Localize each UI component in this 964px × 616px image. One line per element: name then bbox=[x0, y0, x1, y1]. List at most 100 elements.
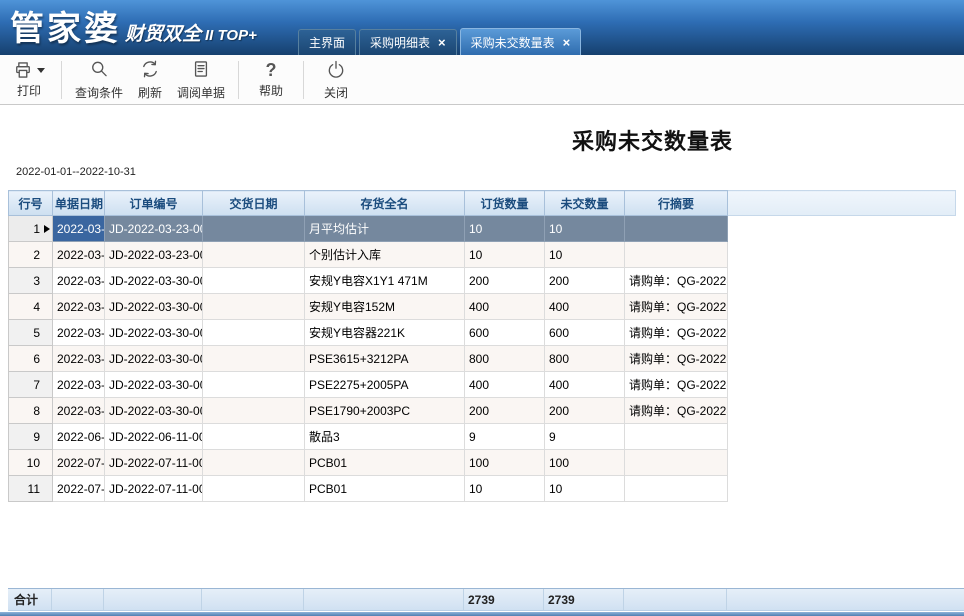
tab-close-icon[interactable]: × bbox=[438, 36, 446, 49]
cell-undelivered-qty[interactable]: 10 bbox=[545, 476, 625, 502]
cell-undelivered-qty[interactable]: 200 bbox=[545, 268, 625, 294]
cell-order-no[interactable]: JD-2022-03-30-000 bbox=[105, 398, 203, 424]
cell-doc-date[interactable]: 2022-03- bbox=[53, 398, 105, 424]
cell-order-no[interactable]: JD-2022-07-11-000 bbox=[105, 450, 203, 476]
cell-order-no[interactable]: JD-2022-07-11-000 bbox=[105, 476, 203, 502]
cell-remark[interactable] bbox=[625, 216, 728, 242]
cell-doc-date[interactable]: 2022-03- bbox=[53, 268, 105, 294]
table-row[interactable]: 72022-03-JD-2022-03-30-000PSE2275+2005PA… bbox=[9, 372, 956, 398]
cell-undelivered-qty[interactable]: 400 bbox=[545, 294, 625, 320]
cell-order-qty[interactable]: 100 bbox=[465, 450, 545, 476]
cell-order-qty[interactable]: 400 bbox=[465, 372, 545, 398]
cell-undelivered-qty[interactable]: 9 bbox=[545, 424, 625, 450]
help-button[interactable]: ? 帮助 bbox=[248, 57, 294, 103]
col-header-delivery-date[interactable]: 交货日期 bbox=[203, 191, 305, 216]
cell-row-no[interactable]: 10 bbox=[9, 450, 53, 476]
table-row[interactable]: 42022-03-JD-2022-03-30-000安规Y电容152M40040… bbox=[9, 294, 956, 320]
cell-doc-date[interactable]: 2022-06- bbox=[53, 424, 105, 450]
table-row[interactable]: 12022-03-JD-2022-03-23-000月平均估计1010 bbox=[9, 216, 956, 242]
col-header-order-no[interactable]: 订单编号 bbox=[105, 191, 203, 216]
cell-delivery-date[interactable] bbox=[203, 398, 305, 424]
table-row[interactable]: 82022-03-JD-2022-03-30-000 PSE1790+2003PC… bbox=[9, 398, 956, 424]
cell-row-no[interactable]: 1 bbox=[9, 216, 53, 242]
cell-remark[interactable]: 请购单：QG-2022-0 bbox=[625, 268, 728, 294]
table-row[interactable]: 22022-03-JD-2022-03-23-000个别估计入库1010 bbox=[9, 242, 956, 268]
col-header-row-no[interactable]: 行号 bbox=[9, 191, 53, 216]
cell-undelivered-qty[interactable]: 100 bbox=[545, 450, 625, 476]
cell-delivery-date[interactable] bbox=[203, 294, 305, 320]
cell-row-no[interactable]: 4 bbox=[9, 294, 53, 320]
col-header-order-qty[interactable]: 订货数量 bbox=[465, 191, 545, 216]
table-row[interactable]: 52022-03-JD-2022-03-30-000安规Y电容器221K6006… bbox=[9, 320, 956, 346]
cell-item-name[interactable]: PCB01 bbox=[305, 450, 465, 476]
cell-delivery-date[interactable] bbox=[203, 476, 305, 502]
cell-row-no[interactable]: 7 bbox=[9, 372, 53, 398]
cell-order-qty[interactable]: 200 bbox=[465, 398, 545, 424]
cell-item-name[interactable]: 安规Y电容152M bbox=[305, 294, 465, 320]
cell-doc-date[interactable]: 2022-03- bbox=[53, 242, 105, 268]
cell-remark[interactable]: 请购单：QG-2022-0 bbox=[625, 398, 728, 424]
cell-delivery-date[interactable] bbox=[203, 424, 305, 450]
cell-remark[interactable]: 请购单：QG-2022-0 bbox=[625, 346, 728, 372]
print-dropdown-caret-icon[interactable] bbox=[37, 68, 45, 73]
cell-undelivered-qty[interactable]: 600 bbox=[545, 320, 625, 346]
cell-undelivered-qty[interactable]: 200 bbox=[545, 398, 625, 424]
cell-row-no[interactable]: 5 bbox=[9, 320, 53, 346]
cell-remark[interactable]: 请购单：QG-2022-0 bbox=[625, 372, 728, 398]
view-document-button[interactable]: 调阅单据 bbox=[173, 57, 229, 103]
tab-purchase-detail[interactable]: 采购明细表 × bbox=[359, 29, 457, 55]
close-button[interactable]: 关闭 bbox=[313, 57, 359, 103]
cell-item-name[interactable]: PCB01 bbox=[305, 476, 465, 502]
cell-delivery-date[interactable] bbox=[203, 268, 305, 294]
cell-remark[interactable] bbox=[625, 242, 728, 268]
tab-close-icon[interactable]: × bbox=[563, 36, 571, 49]
cell-item-name[interactable]: 月平均估计 bbox=[305, 216, 465, 242]
cell-order-no[interactable]: JD-2022-03-23-000 bbox=[105, 242, 203, 268]
cell-item-name[interactable]: 散品3 bbox=[305, 424, 465, 450]
col-header-undelivered-qty[interactable]: 未交数量 bbox=[545, 191, 625, 216]
cell-item-name[interactable]: PSE3615+3212PA bbox=[305, 346, 465, 372]
cell-item-name[interactable]: 安规Y电容X1Y1 471M bbox=[305, 268, 465, 294]
cell-order-no[interactable]: JD-2022-03-30-000 bbox=[105, 320, 203, 346]
cell-order-no[interactable]: JD-2022-03-30-000 bbox=[105, 346, 203, 372]
cell-doc-date[interactable]: 2022-03- bbox=[53, 372, 105, 398]
cell-undelivered-qty[interactable]: 10 bbox=[545, 216, 625, 242]
cell-doc-date[interactable]: 2022-03- bbox=[53, 346, 105, 372]
cell-order-qty[interactable]: 400 bbox=[465, 294, 545, 320]
col-header-item-name[interactable]: 存货全名 bbox=[305, 191, 465, 216]
table-row[interactable]: 32022-03-JD-2022-03-30-000 安规Y电容X1Y1 471M… bbox=[9, 268, 956, 294]
cell-order-qty[interactable]: 10 bbox=[465, 216, 545, 242]
cell-row-no[interactable]: 11 bbox=[9, 476, 53, 502]
table-row[interactable]: 62022-03-JD-2022-03-30-000 PSE3615+3212PA… bbox=[9, 346, 956, 372]
col-header-doc-date[interactable]: 单据日期 bbox=[53, 191, 105, 216]
cell-delivery-date[interactable] bbox=[203, 320, 305, 346]
cell-doc-date[interactable]: 2022-03- bbox=[53, 320, 105, 346]
cell-doc-date[interactable]: 2022-03- bbox=[53, 294, 105, 320]
cell-undelivered-qty[interactable]: 400 bbox=[545, 372, 625, 398]
cell-remark[interactable]: 请购单：QG-2022-0 bbox=[625, 320, 728, 346]
cell-undelivered-qty[interactable]: 10 bbox=[545, 242, 625, 268]
cell-order-no[interactable]: JD-2022-03-30-000 bbox=[105, 268, 203, 294]
cell-delivery-date[interactable] bbox=[203, 216, 305, 242]
cell-delivery-date[interactable] bbox=[203, 242, 305, 268]
cell-order-qty[interactable]: 9 bbox=[465, 424, 545, 450]
cell-order-qty[interactable]: 800 bbox=[465, 346, 545, 372]
cell-doc-date[interactable]: 2022-07- bbox=[53, 476, 105, 502]
tab-purchase-undelivered[interactable]: 采购未交数量表 × bbox=[460, 28, 582, 55]
cell-row-no[interactable]: 2 bbox=[9, 242, 53, 268]
cell-order-qty[interactable]: 10 bbox=[465, 476, 545, 502]
cell-row-no[interactable]: 3 bbox=[9, 268, 53, 294]
cell-item-name[interactable]: PSE1790+2003PC bbox=[305, 398, 465, 424]
cell-delivery-date[interactable] bbox=[203, 346, 305, 372]
cell-doc-date[interactable]: 2022-03- bbox=[53, 216, 105, 242]
cell-row-no[interactable]: 6 bbox=[9, 346, 53, 372]
cell-delivery-date[interactable] bbox=[203, 450, 305, 476]
cell-row-no[interactable]: 8 bbox=[9, 398, 53, 424]
cell-row-no[interactable]: 9 bbox=[9, 424, 53, 450]
cell-order-no[interactable]: JD-2022-03-30-000 bbox=[105, 372, 203, 398]
col-header-remark[interactable]: 行摘要 bbox=[625, 191, 728, 216]
tab-main[interactable]: 主界面 bbox=[298, 29, 356, 55]
refresh-button[interactable]: 刷新 bbox=[127, 57, 173, 103]
table-row[interactable]: 112022-07-JD-2022-07-11-000PCB011010 bbox=[9, 476, 956, 502]
cell-order-qty[interactable]: 200 bbox=[465, 268, 545, 294]
